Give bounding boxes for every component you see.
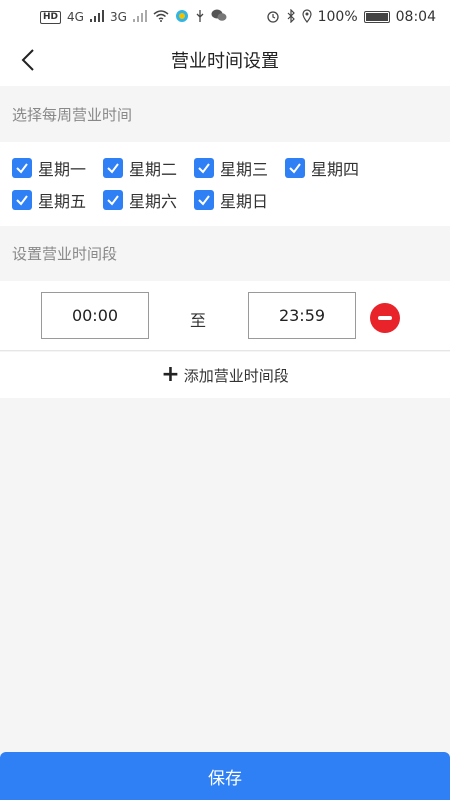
add-time-slot-button[interactable]: + 添加营业时间段 bbox=[0, 352, 450, 398]
app-notification-icon bbox=[175, 9, 189, 26]
save-button[interactable]: 保存 bbox=[0, 752, 450, 800]
days-panel: 星期一 星期二 星期三 星期四 星期五 星期六 星期日 bbox=[0, 142, 450, 226]
checkbox-checked-icon bbox=[103, 190, 123, 210]
day-label: 星期二 bbox=[129, 160, 178, 179]
status-bar: HD 4G 3G 100% 08:04 bbox=[0, 0, 450, 34]
day-checkbox-wed[interactable]: 星期三 bbox=[194, 156, 268, 180]
signal-icon-2 bbox=[132, 9, 147, 25]
network-4g-label: 4G bbox=[67, 10, 84, 24]
day-checkbox-fri[interactable]: 星期五 bbox=[12, 188, 86, 212]
day-label: 星期四 bbox=[311, 160, 360, 179]
checkbox-checked-icon bbox=[103, 158, 123, 178]
usb-icon bbox=[195, 9, 205, 26]
day-label: 星期三 bbox=[220, 160, 269, 179]
remove-time-slot-button[interactable] bbox=[370, 303, 400, 333]
location-icon bbox=[302, 8, 312, 26]
day-checkbox-tue[interactable]: 星期二 bbox=[103, 156, 177, 180]
back-button[interactable] bbox=[14, 46, 42, 74]
checkbox-checked-icon bbox=[194, 158, 214, 178]
day-checkbox-sat[interactable]: 星期六 bbox=[103, 188, 177, 212]
nav-bar: 营业时间设置 bbox=[0, 34, 450, 86]
chevron-left-icon bbox=[21, 49, 34, 71]
battery-percent: 100% bbox=[317, 9, 358, 25]
day-checkbox-mon[interactable]: 星期一 bbox=[12, 156, 86, 180]
bluetooth-icon bbox=[286, 8, 296, 26]
battery-icon bbox=[363, 11, 390, 23]
chat-icon bbox=[211, 9, 227, 25]
checkbox-checked-icon bbox=[12, 158, 32, 178]
minus-icon bbox=[378, 316, 392, 320]
status-right: 100% 08:04 bbox=[266, 8, 436, 26]
end-time-field[interactable]: 23:59 bbox=[248, 292, 356, 339]
signal-icon bbox=[89, 9, 104, 25]
day-label: 星期五 bbox=[38, 192, 87, 211]
alarm-icon bbox=[266, 9, 280, 26]
day-checkbox-thu[interactable]: 星期四 bbox=[285, 156, 359, 180]
status-time: 08:04 bbox=[395, 9, 436, 25]
plus-icon: + bbox=[161, 362, 180, 387]
start-time-field[interactable]: 00:00 bbox=[41, 292, 149, 339]
days-section-label: 选择每周营业时间 bbox=[0, 86, 450, 142]
wifi-icon bbox=[153, 9, 169, 25]
page-title: 营业时间设置 bbox=[171, 51, 279, 72]
checkbox-checked-icon bbox=[12, 190, 32, 210]
network-3g-label: 3G bbox=[109, 10, 127, 24]
day-label: 星期日 bbox=[220, 192, 269, 211]
checkbox-checked-icon bbox=[285, 158, 305, 178]
checkbox-checked-icon bbox=[194, 190, 214, 210]
hd-badge: HD bbox=[40, 10, 62, 24]
time-section-label: 设置营业时间段 bbox=[0, 226, 450, 281]
status-left: HD 4G 3G bbox=[40, 9, 227, 26]
day-checkbox-sun[interactable]: 星期日 bbox=[194, 188, 268, 212]
day-label: 星期一 bbox=[38, 160, 87, 179]
day-label: 星期六 bbox=[129, 192, 178, 211]
add-time-slot-label: 添加营业时间段 bbox=[183, 366, 289, 385]
time-separator: 至 bbox=[190, 311, 207, 330]
